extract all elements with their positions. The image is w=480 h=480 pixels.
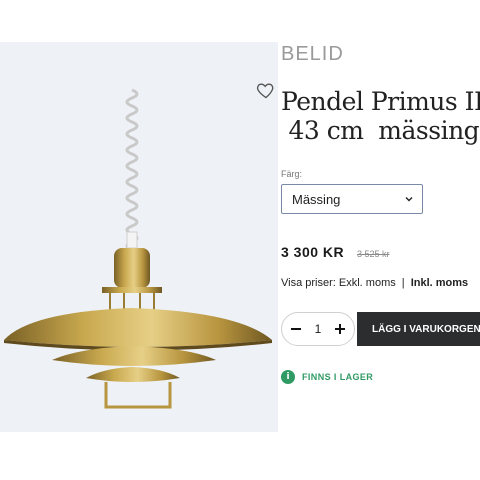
price: 3 300 KR bbox=[281, 244, 345, 260]
info-icon: i bbox=[281, 370, 295, 384]
vat-prefix: Visa priser: bbox=[281, 277, 336, 289]
vat-separator: | bbox=[401, 277, 405, 289]
color-select-value: Mässing bbox=[292, 191, 341, 207]
stock-status: i FINNS I LAGER bbox=[281, 370, 373, 384]
product-title: Pendel Primus II 43 cm mässing bbox=[281, 87, 480, 145]
old-price: 3 525 kr bbox=[357, 249, 390, 259]
minus-icon[interactable] bbox=[288, 321, 304, 337]
color-label: Färg: bbox=[281, 169, 303, 179]
quantity-value[interactable]: 1 bbox=[315, 322, 322, 336]
vat-incl-link[interactable]: Inkl. moms bbox=[411, 277, 468, 289]
stock-label: FINNS I LAGER bbox=[302, 372, 374, 382]
vat-toggle: Visa priser: Exkl. moms | Inkl. moms bbox=[281, 277, 468, 289]
product-image[interactable] bbox=[0, 42, 278, 432]
vat-excl-link[interactable]: Exkl. moms bbox=[339, 277, 396, 289]
brand-name[interactable]: BELID bbox=[281, 43, 344, 66]
chevron-down-icon bbox=[405, 197, 413, 202]
color-select[interactable]: Mässing bbox=[281, 184, 423, 214]
heart-icon[interactable] bbox=[256, 80, 276, 100]
pendant-lamp-image bbox=[4, 88, 272, 409]
add-to-cart-button[interactable]: LÄGG I VARUKORGEN bbox=[357, 312, 480, 346]
plus-icon[interactable] bbox=[332, 321, 348, 337]
quantity-stepper: 1 bbox=[281, 312, 355, 346]
